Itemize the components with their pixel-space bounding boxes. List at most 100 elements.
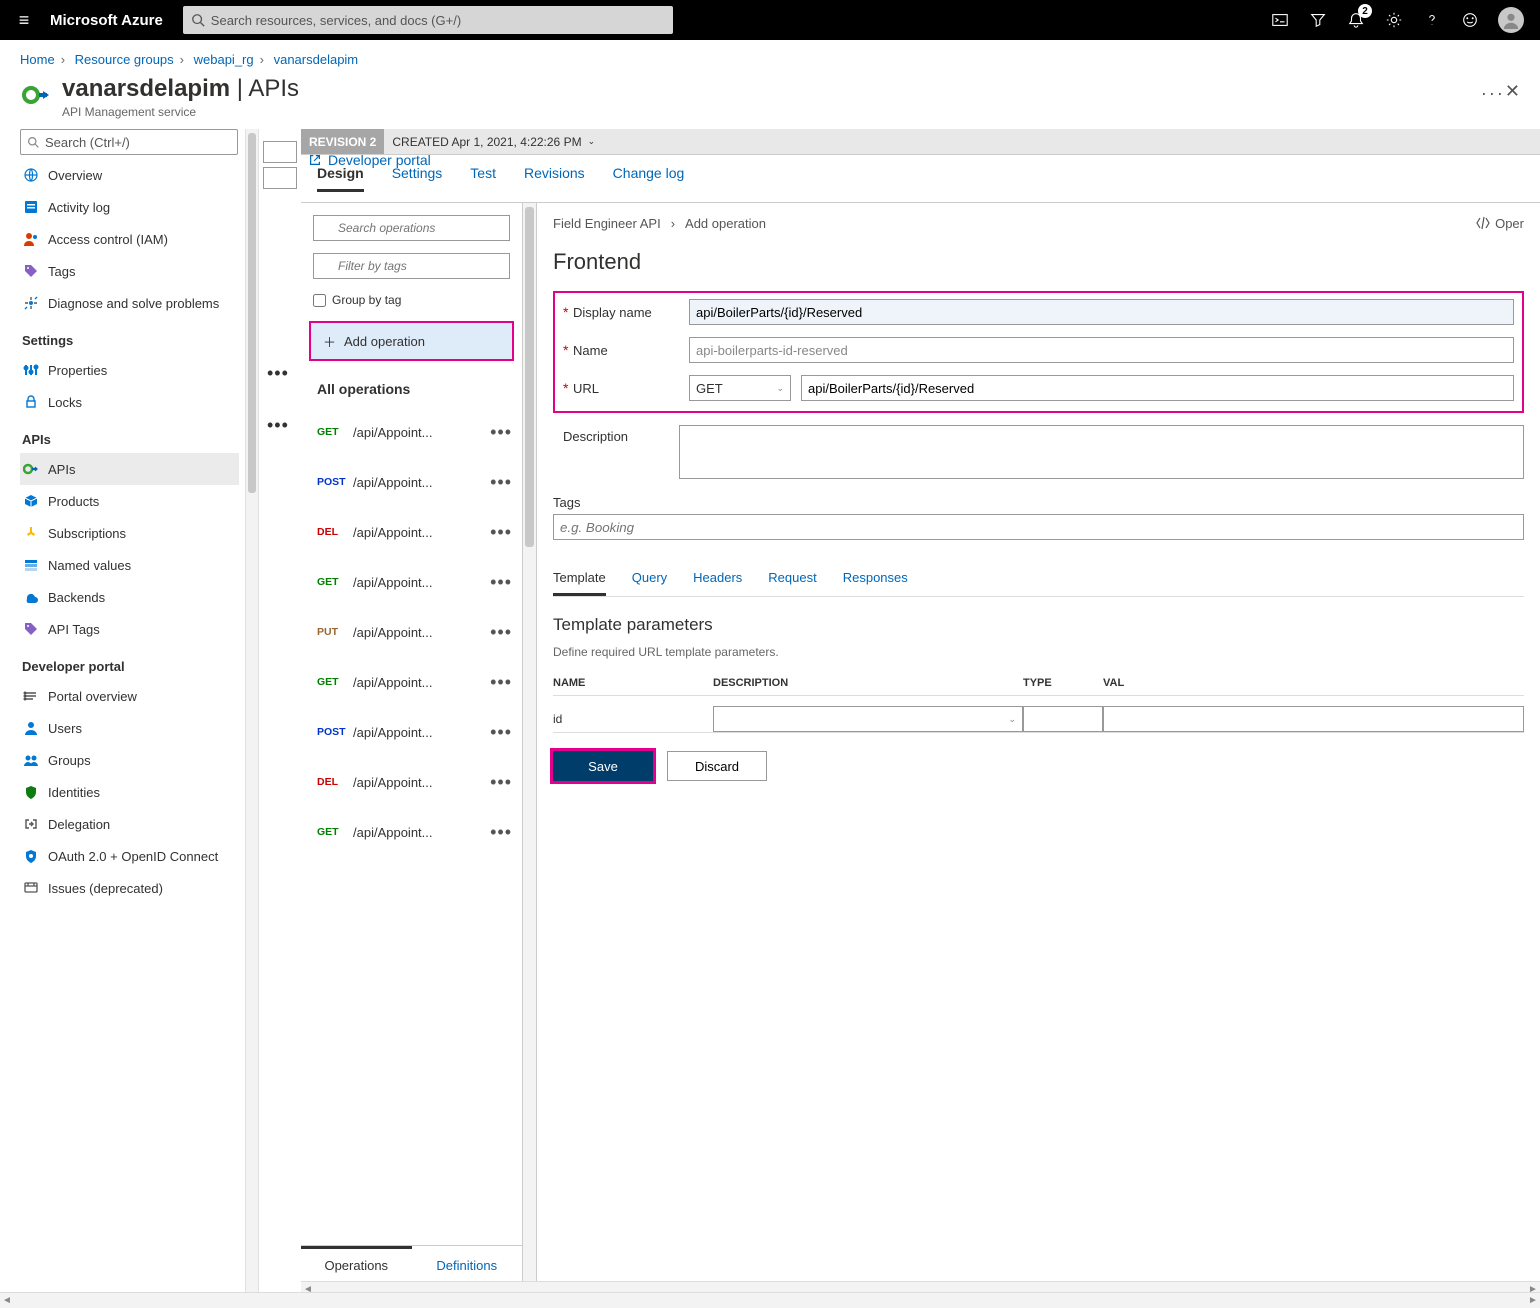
name-input[interactable] [689, 337, 1514, 363]
operations-tab[interactable]: Operations [301, 1246, 412, 1281]
sidebar-item-locks[interactable]: Locks [20, 386, 239, 418]
sidebar-item-diagnose-and-solve-problems[interactable]: Diagnose and solve problems [20, 287, 239, 319]
collapsed-more-1[interactable]: ••• [267, 363, 289, 384]
sidebar-item-delegation[interactable]: Delegation [20, 808, 239, 840]
tab-design[interactable]: Design [317, 165, 364, 192]
sidebar-item-portal-overview[interactable]: Portal overview [20, 680, 239, 712]
description-textarea[interactable] [679, 425, 1524, 479]
operation-item[interactable]: DEL /api/Appoint... ••• [301, 757, 522, 807]
operation-search-input[interactable] [313, 215, 510, 241]
sidebar-item-api-tags[interactable]: API Tags [20, 613, 239, 645]
menu-hamburger[interactable]: ≡ [8, 10, 40, 31]
subtab-template[interactable]: Template [553, 564, 606, 596]
global-search[interactable]: Search resources, services, and docs (G+… [183, 6, 673, 34]
operation-item[interactable]: POST /api/Appoint... ••• [301, 707, 522, 757]
settings-gear-icon[interactable] [1384, 10, 1404, 30]
notifications-icon[interactable]: 2 [1346, 10, 1366, 30]
save-button[interactable]: Save [553, 751, 653, 781]
sidebar-item-properties[interactable]: Properties [20, 354, 239, 386]
search-icon [27, 136, 40, 149]
operation-more-icon[interactable]: ••• [490, 622, 512, 643]
filter-icon[interactable] [1308, 10, 1328, 30]
sidebar-item-tags[interactable]: Tags [20, 255, 239, 287]
sidebar-item-activity-log[interactable]: Activity log [20, 191, 239, 223]
feedback-icon[interactable] [1460, 10, 1480, 30]
scrollbar-vertical[interactable] [245, 129, 259, 1297]
collapsed-input-2[interactable] [263, 167, 297, 189]
collapsed-input-1[interactable] [263, 141, 297, 163]
sidebar-item-products[interactable]: Products [20, 485, 239, 517]
openapi-toggle[interactable]: Oper [1475, 215, 1524, 231]
param-description-select[interactable]: ⌄ [713, 706, 1023, 732]
page-horizontal-scrollbar[interactable]: ◄► [0, 1292, 1540, 1308]
subtab-headers[interactable]: Headers [693, 564, 742, 596]
operation-item[interactable]: DEL /api/Appoint... ••• [301, 507, 522, 557]
tab-change log[interactable]: Change log [613, 165, 685, 192]
operation-item[interactable]: GET /api/Appoint... ••• [301, 407, 522, 457]
group-by-tag-checkbox[interactable]: Group by tag [301, 291, 522, 315]
sidebar-search[interactable]: Search (Ctrl+/) [20, 129, 238, 155]
operation-verb: GET [317, 676, 353, 688]
sidebar-item-overview[interactable]: Overview [20, 159, 239, 191]
operation-item[interactable]: GET /api/Appoint... ••• [301, 657, 522, 707]
add-operation-button[interactable]: ＋ Add operation [309, 321, 514, 361]
url-path-input[interactable] [801, 375, 1514, 401]
close-blade-icon[interactable]: ✕ [1505, 81, 1520, 102]
sidebar-item-backends[interactable]: Backends [20, 581, 239, 613]
all-operations-header[interactable]: All operations [301, 367, 522, 407]
diagnose-icon [22, 294, 40, 312]
operation-more-icon[interactable]: ••• [490, 772, 512, 793]
subtab-request[interactable]: Request [768, 564, 816, 596]
operation-more-icon[interactable]: ••• [490, 522, 512, 543]
subtab-responses[interactable]: Responses [843, 564, 908, 596]
operation-filter-input[interactable] [313, 253, 510, 279]
operation-more-icon[interactable]: ••• [490, 722, 512, 743]
crumb-apim[interactable]: vanarsdelapim [274, 52, 359, 67]
sidebar-item-users[interactable]: Users [20, 712, 239, 744]
op-scrollbar[interactable] [523, 203, 537, 1281]
operation-more-icon[interactable]: ••• [490, 822, 512, 843]
definitions-tab[interactable]: Definitions [412, 1246, 523, 1281]
sidebar-item-oauth-openid-connect[interactable]: OAuth 2.0 + OpenID Connect [20, 840, 239, 872]
param-value-input[interactable] [1103, 706, 1524, 732]
tags-input[interactable] [553, 514, 1524, 540]
crumb-home[interactable]: Home [20, 52, 55, 67]
operation-verb: POST [317, 476, 353, 488]
crumb-rg[interactable]: Resource groups [75, 52, 174, 67]
operation-path: /api/Appoint... [353, 675, 490, 690]
title-overflow[interactable]: ··· [1481, 83, 1505, 104]
sidebar-item-subscriptions[interactable]: Subscriptions [20, 517, 239, 549]
operation-item[interactable]: PUT /api/Appoint... ••• [301, 607, 522, 657]
sidebar-item-apis[interactable]: APIs [20, 453, 239, 485]
cloud-shell-icon[interactable] [1270, 10, 1290, 30]
detail-crumb-api[interactable]: Field Engineer API [553, 216, 661, 231]
revision-created[interactable]: CREATED Apr 1, 2021, 4:22:26 PM⌄ [384, 135, 603, 149]
operation-more-icon[interactable]: ••• [490, 422, 512, 443]
tab-test[interactable]: Test [470, 165, 496, 192]
sidebar-item-access-control-iam-[interactable]: Access control (IAM) [20, 223, 239, 255]
operation-more-icon[interactable]: ••• [490, 472, 512, 493]
named-icon [22, 556, 40, 574]
operation-item[interactable]: GET /api/Appoint... ••• [301, 557, 522, 607]
sidebar-item-named-values[interactable]: Named values [20, 549, 239, 581]
operation-item[interactable]: POST /api/Appoint... ••• [301, 457, 522, 507]
operation-item[interactable]: GET /api/Appoint... ••• [301, 807, 522, 857]
display-name-input[interactable] [689, 299, 1514, 325]
discard-button[interactable]: Discard [667, 751, 767, 781]
sidebar-item-issues-deprecated-[interactable]: Issues (deprecated) [20, 872, 239, 904]
page-subtitle: API Management service [62, 105, 1471, 119]
tab-revisions[interactable]: Revisions [524, 165, 585, 192]
sidebar-item-groups[interactable]: Groups [20, 744, 239, 776]
help-icon[interactable] [1422, 10, 1442, 30]
url-method-select[interactable]: GET⌄ [689, 375, 791, 401]
collapsed-more-2[interactable]: ••• [267, 415, 289, 436]
user-avatar[interactable] [1498, 7, 1524, 33]
param-type-input[interactable] [1023, 706, 1103, 732]
subtab-query[interactable]: Query [632, 564, 667, 596]
tab-settings[interactable]: Settings [392, 165, 443, 192]
crumb-webapi[interactable]: webapi_rg [194, 52, 254, 67]
operation-more-icon[interactable]: ••• [490, 572, 512, 593]
developer-portal-link[interactable]: Developer portal [308, 152, 431, 168]
sidebar-item-identities[interactable]: Identities [20, 776, 239, 808]
operation-more-icon[interactable]: ••• [490, 672, 512, 693]
